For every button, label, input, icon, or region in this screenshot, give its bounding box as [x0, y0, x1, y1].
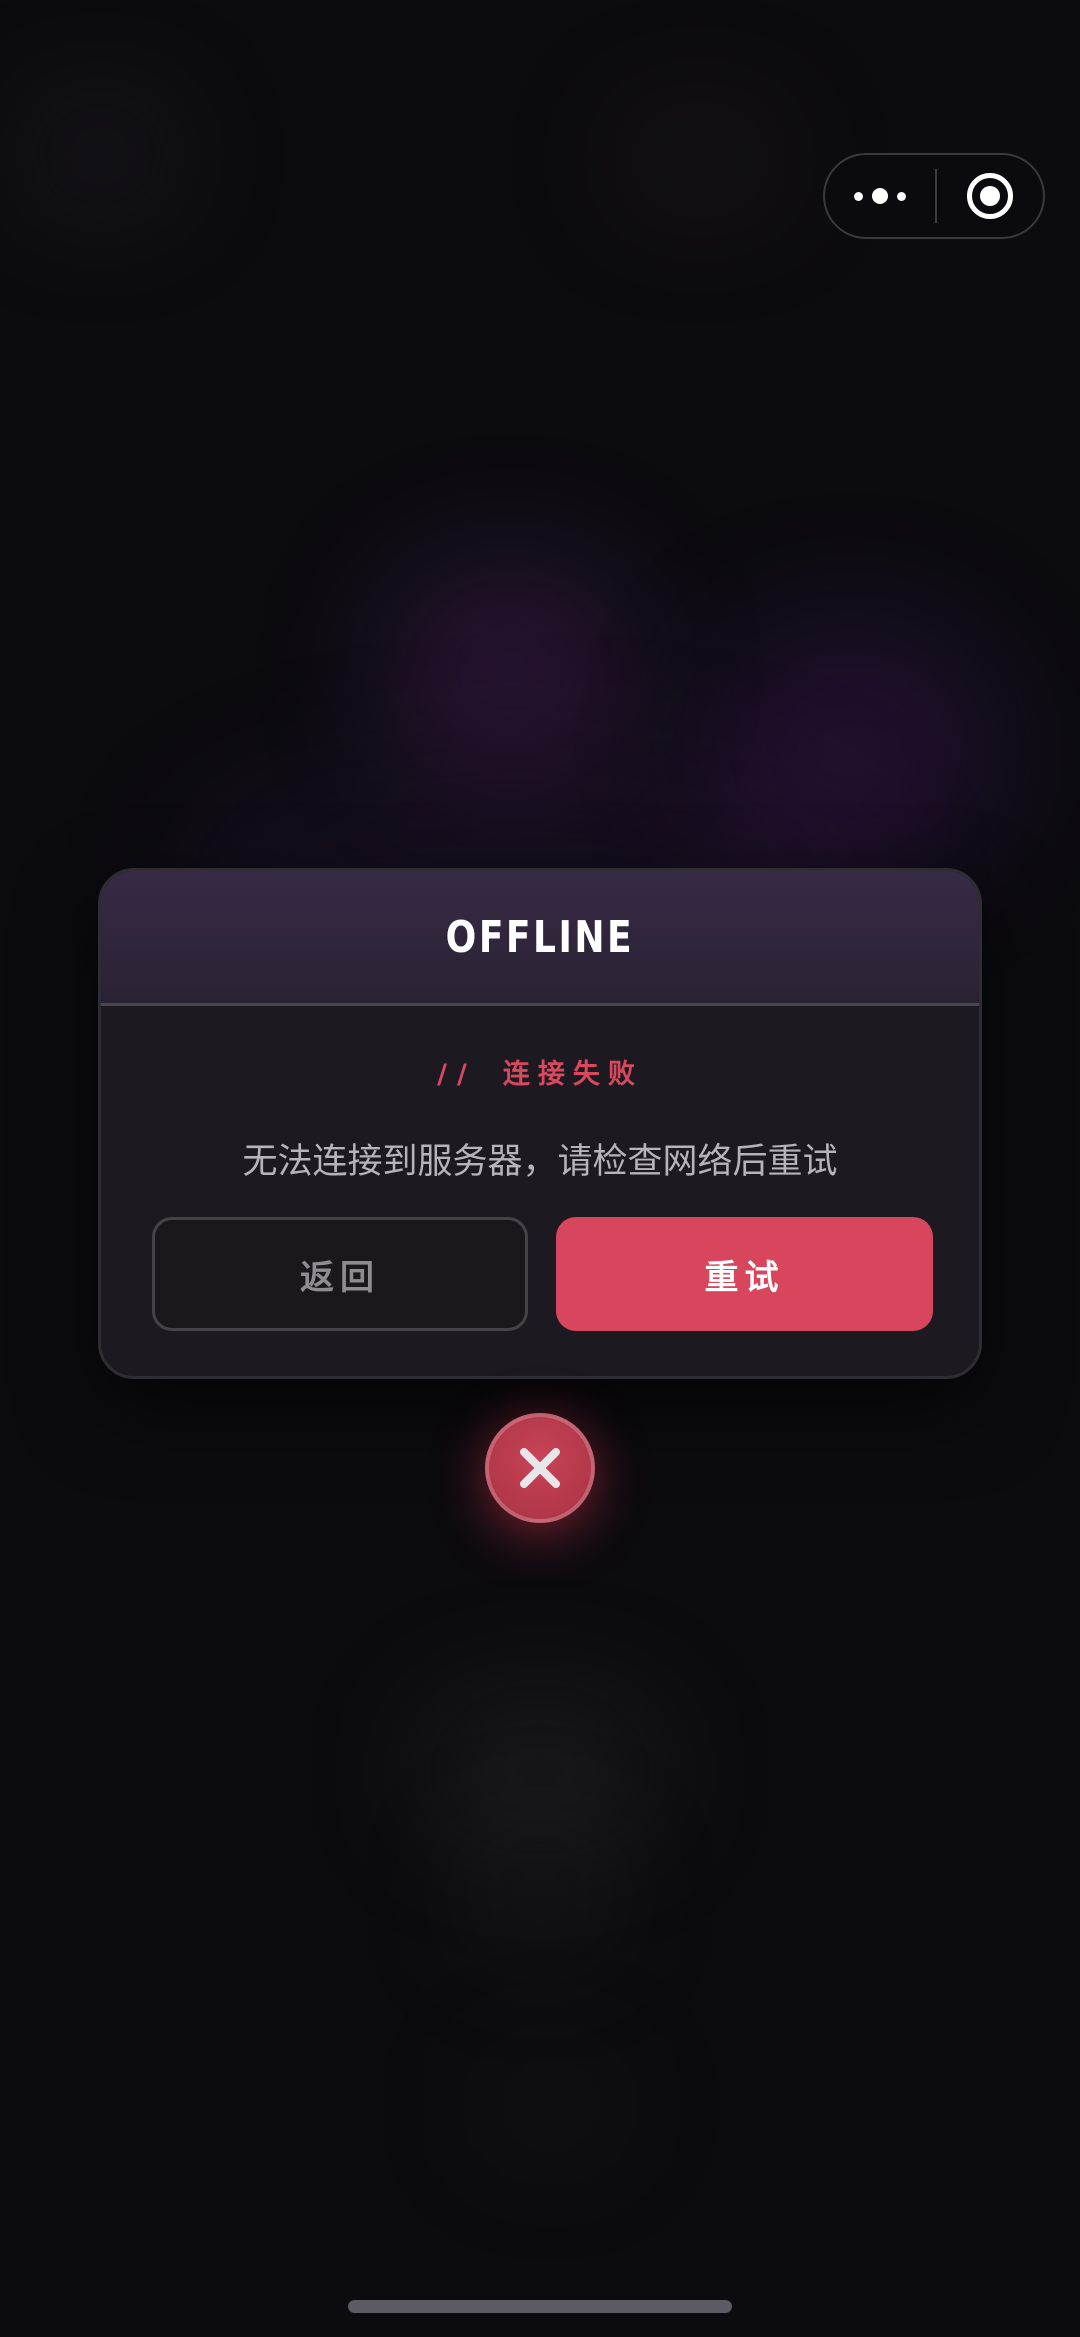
close-icon — [518, 1446, 562, 1490]
close-button[interactable] — [485, 1413, 595, 1523]
background-blur — [30, 110, 170, 200]
more-button[interactable] — [825, 155, 935, 237]
home-indicator[interactable] — [348, 2300, 732, 2313]
background-blur — [700, 620, 1000, 880]
target-circle-icon — [967, 173, 1013, 219]
error-message: 无法连接到服务器，请检查网络后重试 — [242, 1142, 838, 1182]
offline-dialog: OFFLINE // 连接失败 无法连接到服务器，请检查网络后重试 返回 重试 — [98, 868, 982, 1379]
error-tag-slashes: // — [437, 1059, 477, 1090]
screen: OFFLINE // 连接失败 无法连接到服务器，请检查网络后重试 返回 重试 — [0, 0, 1080, 2337]
background-blur — [480, 2060, 620, 2150]
background-blur — [380, 560, 640, 780]
error-tag: // 连接失败 — [101, 1052, 979, 1091]
background-blur — [470, 1840, 610, 1950]
dialog-title: OFFLINE — [445, 911, 635, 963]
retry-button[interactable]: 重试 — [556, 1217, 933, 1331]
dialog-header: OFFLINE — [101, 871, 979, 1006]
error-tag-text: 连接失败 — [502, 1059, 643, 1090]
back-button[interactable]: 返回 — [152, 1217, 528, 1331]
more-dots-icon — [854, 188, 906, 204]
exit-mini-program-button[interactable] — [937, 155, 1043, 237]
background-blur — [620, 120, 780, 200]
mini-program-capsule — [823, 153, 1045, 239]
background-blur — [420, 1700, 660, 1840]
